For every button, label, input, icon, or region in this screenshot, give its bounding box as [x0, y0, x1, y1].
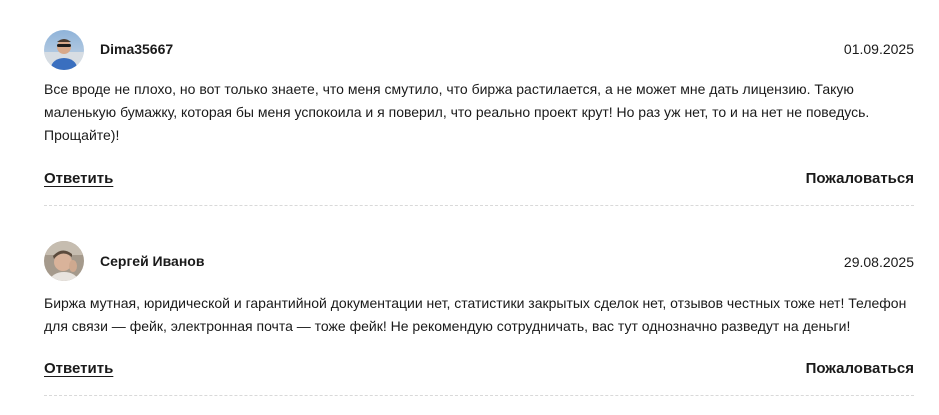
comment-author: Dima35667 — [100, 41, 174, 57]
comments-list: Dima35667 01.09.2025 Все вроде не плохо,… — [44, 0, 914, 396]
comment-item: Сергей Иванов 29.08.2025 Биржа мутная, ю… — [44, 206, 914, 396]
comment-date: 29.08.2025 — [843, 254, 914, 270]
comment-author: Сергей Иванов — [100, 253, 205, 269]
user-avatar-icon — [44, 241, 84, 281]
user-avatar-icon — [44, 30, 84, 70]
comment-item: Dima35667 01.09.2025 Все вроде не плохо,… — [44, 0, 914, 206]
comment-text: Все вроде не плохо, но вот только знаете… — [44, 81, 870, 143]
report-button[interactable]: Пожаловаться — [806, 360, 914, 377]
reply-link[interactable]: Ответить — [44, 360, 113, 377]
avatar — [44, 241, 84, 281]
comment-date: 01.09.2025 — [843, 41, 914, 57]
report-button[interactable]: Пожаловаться — [806, 170, 914, 187]
reply-link[interactable]: Ответить — [44, 170, 113, 187]
comment-text: Биржа мутная, юридической и гарантийной … — [44, 295, 907, 334]
avatar — [44, 30, 84, 70]
